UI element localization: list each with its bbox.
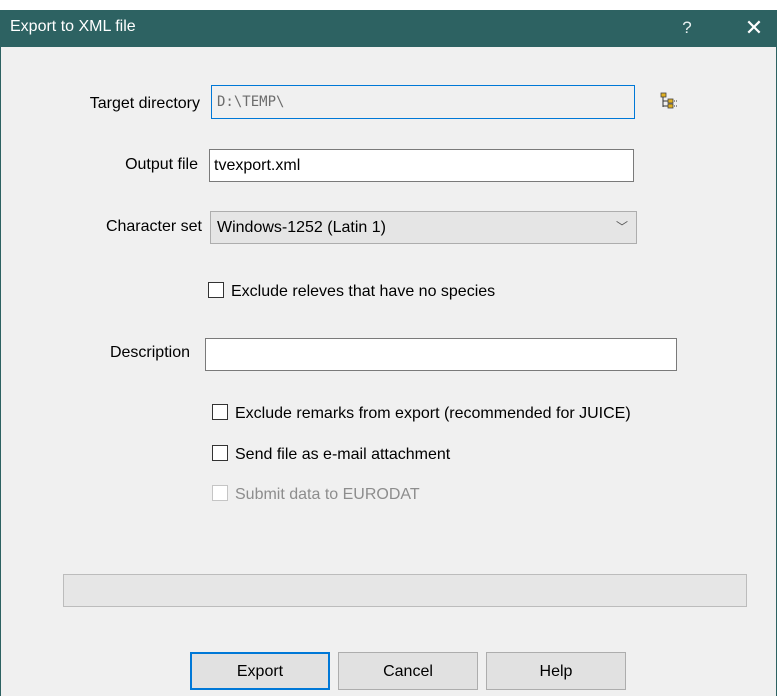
description-label: Description <box>109 344 190 361</box>
exclude-remarks-label: Exclude remarks from export (recommended… <box>235 405 631 422</box>
exclude-remarks-option[interactable]: Exclude remarks from export (recommended… <box>212 404 631 423</box>
exclude-no-species-option[interactable]: Exclude releves that have no species <box>208 282 495 301</box>
character-set-select[interactable]: Windows-1252 (Latin 1) ﹀ <box>210 211 637 244</box>
window-border-left <box>0 47 1 696</box>
submit-eurodat-option: Submit data to EURODAT <box>212 485 420 504</box>
title-bar: Export to XML file ? ✕ <box>0 0 777 47</box>
submit-eurodat-label: Submit data to EURODAT <box>235 486 420 503</box>
output-file-field[interactable] <box>209 149 634 182</box>
character-set-value: Windows-1252 (Latin 1) <box>217 219 386 236</box>
exclude-no-species-checkbox[interactable] <box>208 282 224 298</box>
folder-tree-icon[interactable] <box>660 92 678 110</box>
character-set-label: Character set <box>105 218 202 235</box>
export-progress-bar <box>63 574 747 607</box>
export-button[interactable]: Export <box>190 652 330 690</box>
send-email-option[interactable]: Send file as e-mail attachment <box>212 445 450 464</box>
target-directory-field[interactable] <box>211 85 635 119</box>
output-file-label: Output file <box>125 156 198 173</box>
target-directory-label: Target directory <box>89 95 200 112</box>
submit-eurodat-checkbox <box>212 485 228 501</box>
help-icon[interactable]: ? <box>672 14 702 42</box>
exclude-no-species-label: Exclude releves that have no species <box>231 283 496 300</box>
chevron-down-icon: ﹀ <box>615 220 628 234</box>
window-title: Export to XML file <box>10 18 136 35</box>
cancel-button[interactable]: Cancel <box>338 652 478 690</box>
exclude-remarks-checkbox[interactable] <box>212 404 228 420</box>
send-email-label: Send file as e-mail attachment <box>235 446 451 463</box>
close-icon[interactable]: ✕ <box>737 13 771 43</box>
send-email-checkbox[interactable] <box>212 445 228 461</box>
description-field[interactable] <box>205 338 677 371</box>
help-button[interactable]: Help <box>486 652 626 690</box>
